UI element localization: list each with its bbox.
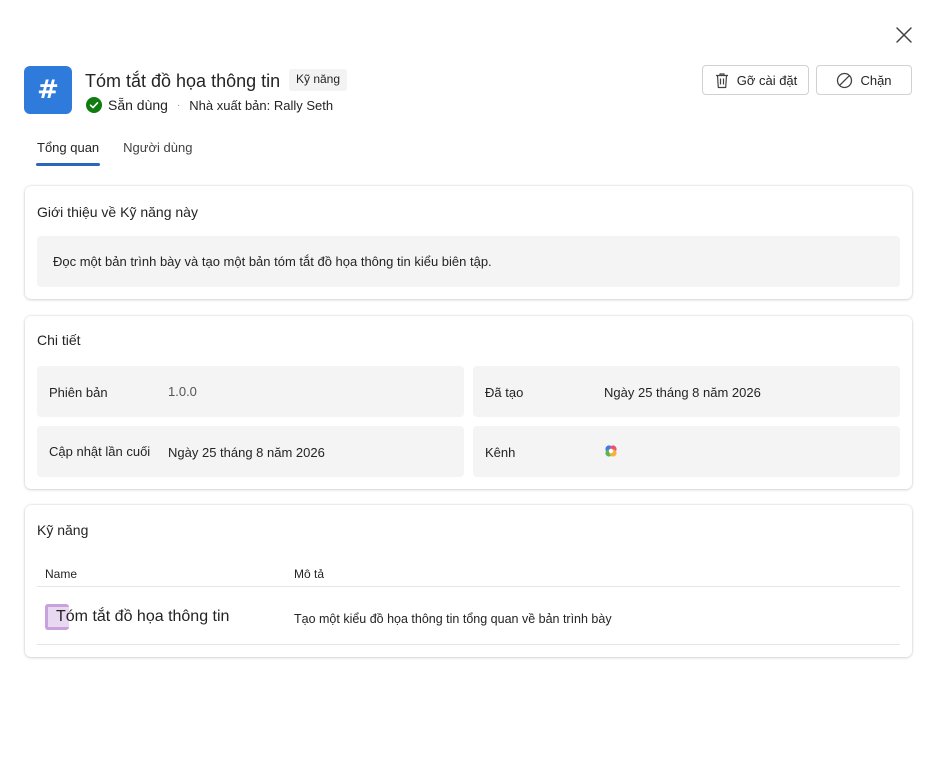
close-button[interactable] (893, 24, 915, 46)
skill-description: Tạo một kiểu đồ họa thông tin tổng quan … (294, 612, 612, 626)
version-value: 1.0.0 (168, 384, 197, 399)
skill-name-cell: Tóm tắt đồ họa thông tin (45, 604, 229, 630)
row-divider (37, 644, 900, 645)
created-value: Ngày 25 tháng 8 năm 2026 (604, 385, 761, 400)
skill-name: Tóm tắt đồ họa thông tin (56, 608, 230, 625)
detail-channel: Kênh (473, 426, 900, 477)
close-icon (896, 27, 912, 43)
details-title: Chi tiết (37, 332, 81, 348)
block-label: Chặn (860, 72, 892, 88)
column-header-name: Name (45, 567, 78, 581)
skills-card: Kỹ năng Name Mô tả Tóm tắt đồ họa thông … (25, 505, 912, 657)
separator-dot: · (176, 99, 181, 111)
block-icon (837, 72, 853, 88)
about-card: Giới thiệu về Kỹ năng này Đọc một bản tr… (25, 186, 912, 299)
check-circle-icon (86, 97, 102, 113)
copilot-icon (605, 445, 617, 457)
detail-created: Đã tạo Ngày 25 tháng 8 năm 2026 (473, 366, 900, 417)
created-label: Đã tạo (485, 385, 524, 400)
tab-list: Tổng quan Người dùng (35, 140, 216, 166)
page-title: Tóm tắt đồ họa thông tin (85, 71, 281, 91)
about-title: Giới thiệu về Kỹ năng này (37, 204, 198, 220)
hash-icon: # (37, 75, 59, 105)
uninstall-label: Gỡ cài đặt (736, 72, 798, 88)
updated-label: Cập nhật lần cuối (49, 444, 151, 459)
tab-overview[interactable]: Tổng quan (35, 140, 101, 166)
detail-version: Phiên bản 1.0.0 (37, 366, 464, 417)
status-text: Sẵn dùng (108, 97, 168, 113)
version-label: Phiên bản (49, 385, 108, 400)
about-description: Đọc một bản trình bày và tạo một bản tóm… (37, 236, 900, 287)
channel-label: Kênh (485, 445, 516, 460)
type-badge: Kỹ năng (289, 69, 348, 91)
status-row: Sẵn dùng · Nhà xuất bản: Rally Seth (86, 97, 333, 113)
header-divider (37, 586, 900, 587)
detail-updated: Cập nhật lần cuối Ngày 25 tháng 8 năm 20… (37, 426, 464, 477)
column-header-description: Mô tả (294, 567, 325, 581)
block-button[interactable]: Chặn (816, 65, 912, 95)
skills-title: Kỹ năng (37, 522, 89, 538)
uninstall-button[interactable]: Gỡ cài đặt (702, 65, 809, 95)
updated-value: Ngày 25 tháng 8 năm 2026 (168, 445, 325, 460)
publisher-text: Nhà xuất bản: Rally Seth (189, 97, 334, 113)
details-card: Chi tiết Phiên bản 1.0.0 Đã tạo Ngày 25 … (25, 316, 912, 489)
trash-icon (715, 72, 728, 88)
app-icon: # (24, 66, 72, 114)
tab-users[interactable]: Người dùng (123, 140, 192, 165)
